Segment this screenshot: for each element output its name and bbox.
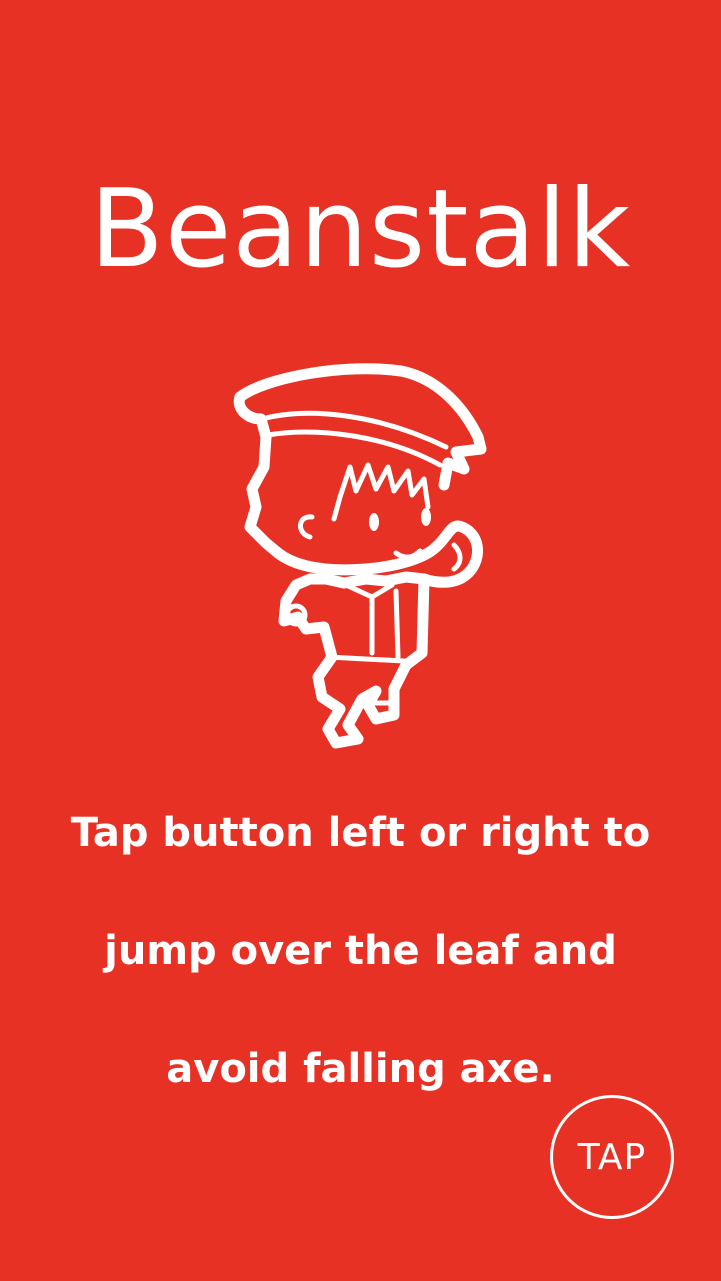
game-title: Beanstalk xyxy=(89,167,632,292)
boy-with-cap-icon xyxy=(233,363,487,749)
title-screen: Beanstalk Tap button left or right to ju… xyxy=(0,0,721,1281)
tap-button-label: TAP xyxy=(577,1136,647,1178)
tap-button[interactable]: TAP xyxy=(550,1095,674,1219)
instruction-line: jump over the leaf and xyxy=(104,928,617,974)
instruction-line: Tap button left or right to xyxy=(70,810,651,856)
instructions-text: Tap button left or right to jump over th… xyxy=(0,790,721,1144)
